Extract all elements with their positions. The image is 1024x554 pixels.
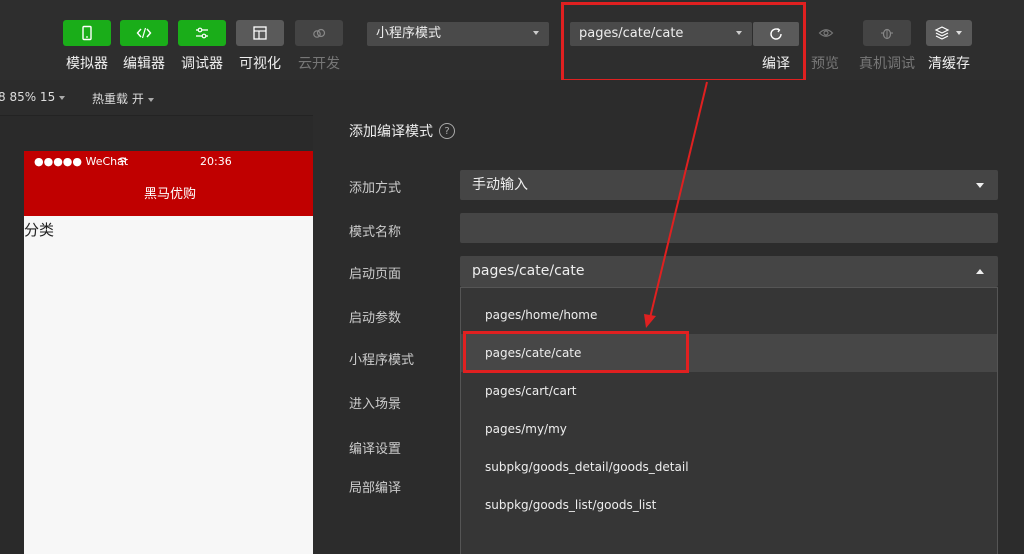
annotation-arrow <box>644 81 708 328</box>
devtools-window: 模拟器 编辑器 调试器 可视化 云开发 小程序模式 pages/cate/cat… <box>0 0 1024 554</box>
